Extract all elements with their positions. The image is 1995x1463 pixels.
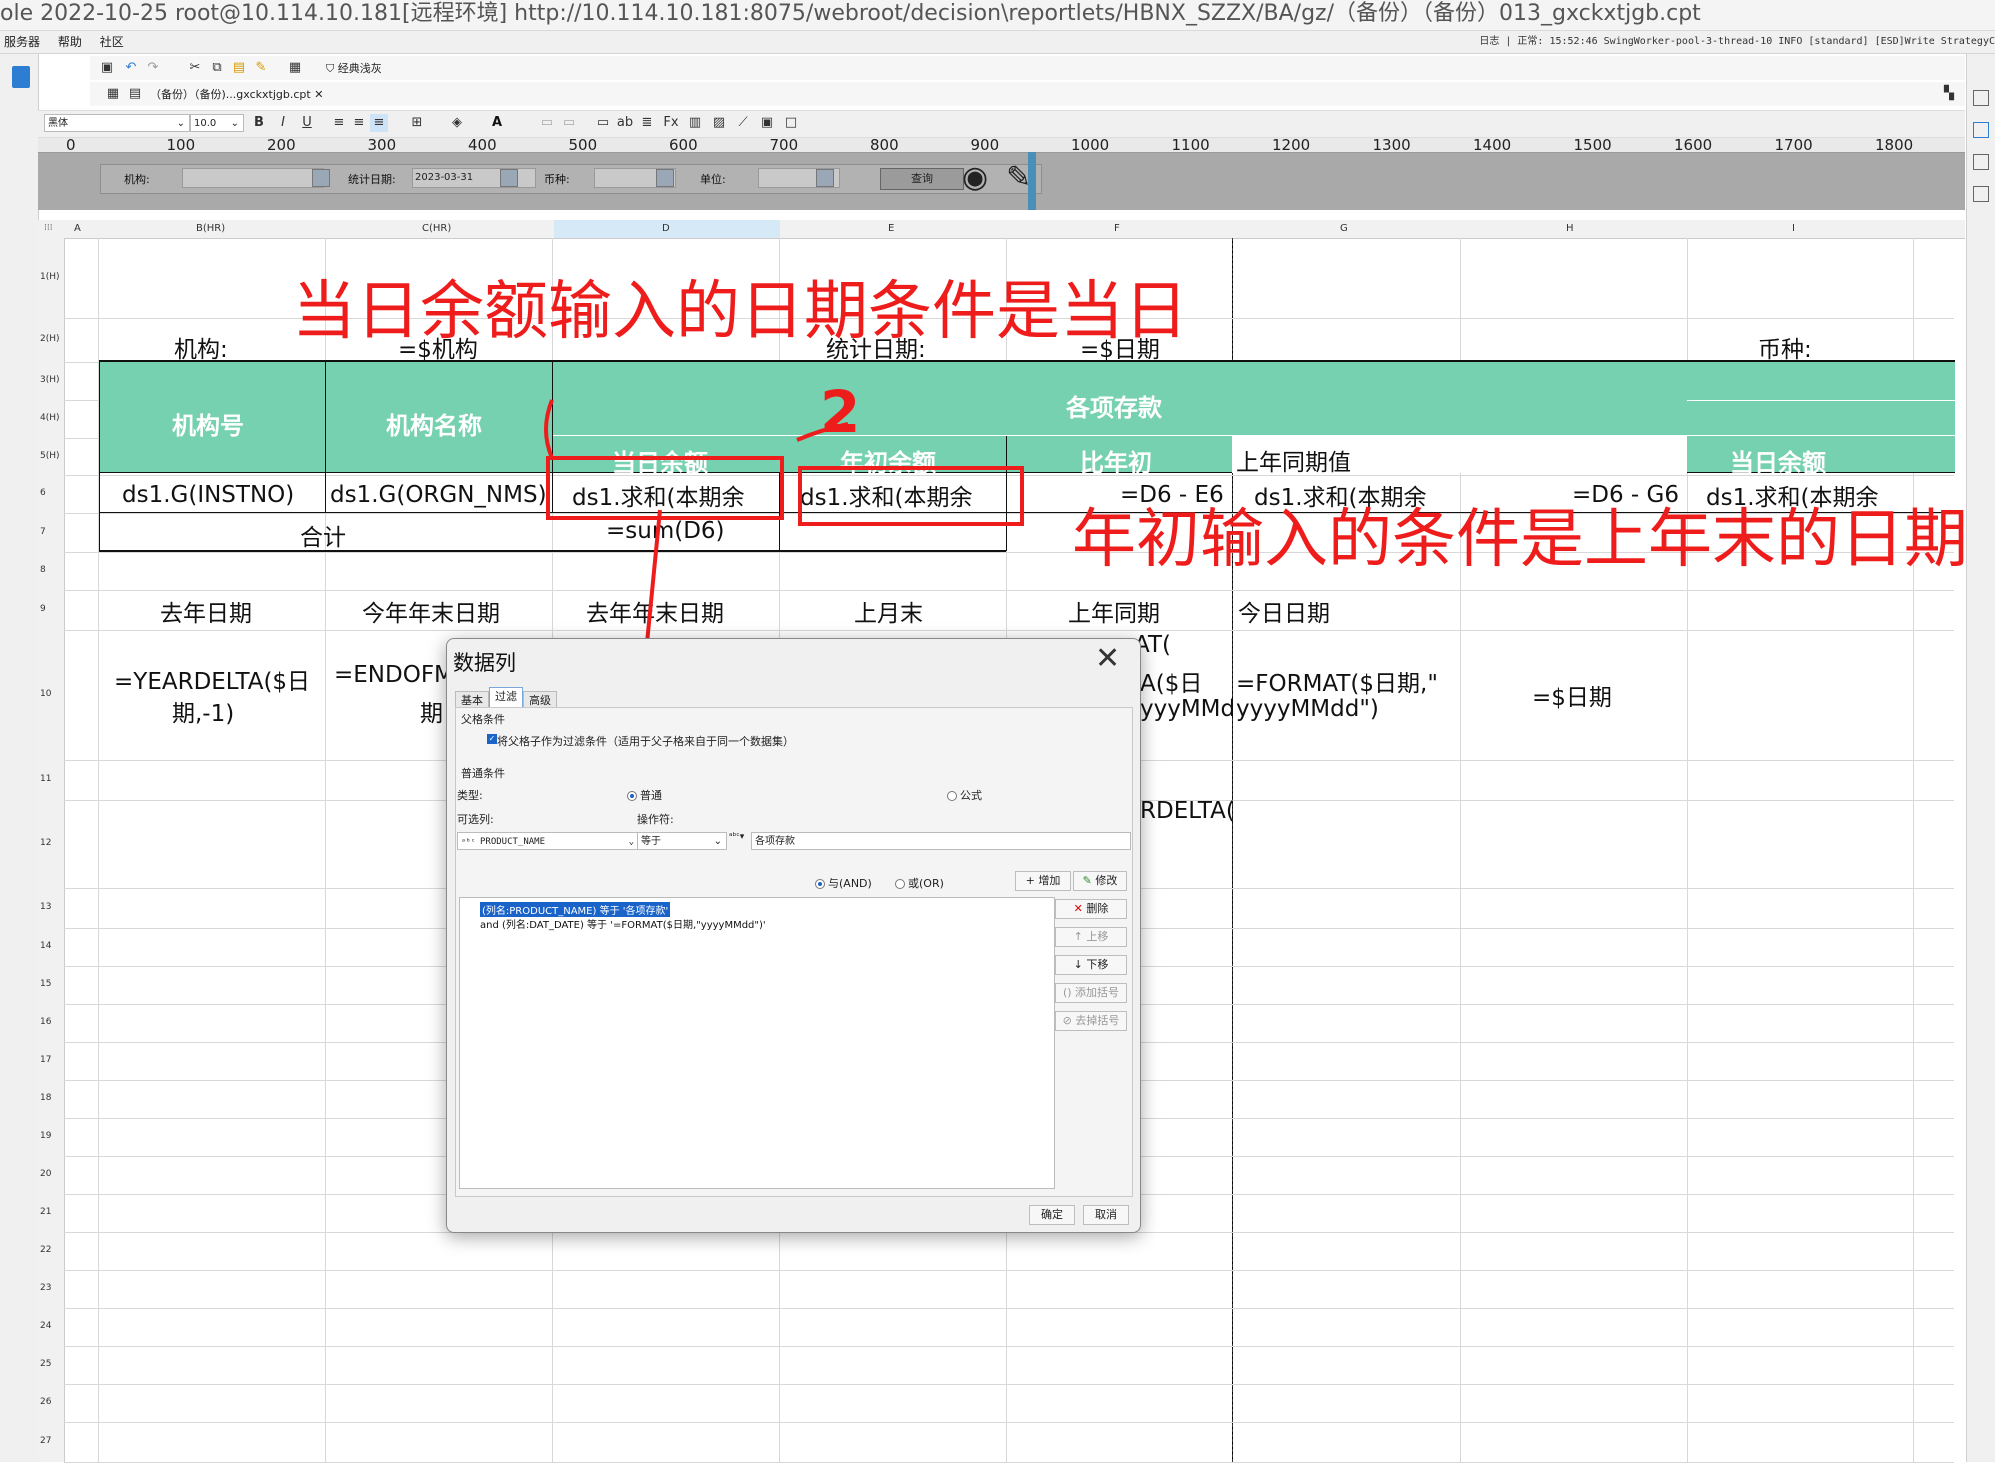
ok-button[interactable]: 确定 <box>1029 1205 1075 1225</box>
modify-condition-label: 修改 <box>1095 874 1118 887</box>
arrow-up-icon: ↑ <box>1073 930 1087 943</box>
data-column-dialog: 数据列 ✕ 基本 过滤 高级 父格条件 ✓ 将父格子作为过滤条件（适用于父子格来自… <box>446 638 1141 1233</box>
type-formula-radio[interactable]: 公式 <box>947 787 982 803</box>
move-down-label: 下移 <box>1086 958 1109 971</box>
condition-item-2[interactable]: and (列名:DAT_DATE) 等于 '=FORMAT($日期,"yyyyM… <box>480 916 766 931</box>
move-down-button[interactable]: ↓ 下移 <box>1055 955 1127 975</box>
edit-icon: ✎ <box>1082 874 1096 887</box>
checkbox-icon: ✓ <box>487 734 497 744</box>
type-normal-label: 普通 <box>640 789 662 802</box>
value-input[interactable]: 各项存款 <box>751 832 1131 850</box>
common-condition-title: 普通条件 <box>461 767 505 780</box>
chevron-down-icon: ⌄ <box>628 837 634 847</box>
operator-select-value: 等于 <box>641 836 661 847</box>
dialog-title: 数据列 <box>453 651 516 675</box>
type-label: 类型: <box>457 789 483 802</box>
close-icon[interactable]: ✕ <box>1095 641 1120 676</box>
remove-bracket-icon: ⊘ <box>1062 1014 1076 1027</box>
plus-icon: + <box>1025 874 1039 887</box>
condition-item-1[interactable]: (列名:PRODUCT_NAME) 等于 '各项存款' <box>480 902 671 917</box>
arrow-down-icon: ↓ <box>1073 958 1087 971</box>
condition-list[interactable]: (列名:PRODUCT_NAME) 等于 '各项存款' and (列名:DAT_… <box>459 897 1055 1189</box>
abc-field-icon: ᵃᵇᶜ <box>461 837 476 846</box>
remove-bracket-button[interactable]: ⊘ 去掉括号 <box>1055 1011 1127 1031</box>
and-radio-label: 与(AND) <box>828 877 872 890</box>
radio-icon <box>947 791 957 801</box>
add-condition-button[interactable]: + 增加 <box>1015 871 1071 891</box>
add-condition-label: 增加 <box>1038 874 1061 887</box>
type-formula-label: 公式 <box>960 789 982 802</box>
move-up-button[interactable]: ↑ 上移 <box>1055 927 1127 947</box>
or-radio-label: 或(OR) <box>908 877 944 890</box>
column-select-label: 可选列: <box>457 813 494 826</box>
operator-select[interactable]: 等于 ⌄ <box>637 832 727 850</box>
radio-icon <box>815 879 825 889</box>
tab-filter[interactable]: 过滤 <box>489 687 523 709</box>
parent-filter-checkbox[interactable]: ✓ 将父格子作为过滤条件（适用于父子格来自于同一个数据集） <box>487 733 794 749</box>
abc-value-icon[interactable]: ᵃᵇᶜ▾ <box>729 832 744 842</box>
operator-label: 操作符: <box>637 813 674 826</box>
column-select-value: PRODUCT_NAME <box>480 837 546 847</box>
or-radio[interactable]: 或(OR) <box>895 875 944 891</box>
modify-condition-button[interactable]: ✎ 修改 <box>1073 871 1127 891</box>
column-select[interactable]: ᵃᵇᶜ PRODUCT_NAME ⌄ <box>457 832 639 850</box>
dialog-tabs: 基本 过滤 高级 <box>455 687 1131 709</box>
add-bracket-button[interactable]: () 添加括号 <box>1055 983 1127 1003</box>
value-input-text: 各项存款 <box>755 836 795 847</box>
parent-filter-checkbox-label: 将父格子作为过滤条件（适用于父子格来自于同一个数据集） <box>497 735 794 748</box>
remove-bracket-label: 去掉括号 <box>1075 1014 1120 1027</box>
radio-icon <box>627 791 637 801</box>
add-bracket-label: 添加括号 <box>1075 986 1120 999</box>
delete-condition-button[interactable]: ✕ 删除 <box>1055 899 1127 919</box>
move-up-label: 上移 <box>1086 930 1109 943</box>
chevron-down-icon: ⌄ <box>713 836 722 847</box>
and-radio[interactable]: 与(AND) <box>815 875 872 891</box>
type-normal-radio[interactable]: 普通 <box>627 787 662 803</box>
radio-icon <box>895 879 905 889</box>
delete-icon: ✕ <box>1073 902 1087 915</box>
bracket-icon: () <box>1062 986 1076 999</box>
cancel-button[interactable]: 取消 <box>1083 1205 1129 1225</box>
parent-condition-title: 父格条件 <box>461 713 505 726</box>
delete-condition-label: 删除 <box>1086 902 1109 915</box>
